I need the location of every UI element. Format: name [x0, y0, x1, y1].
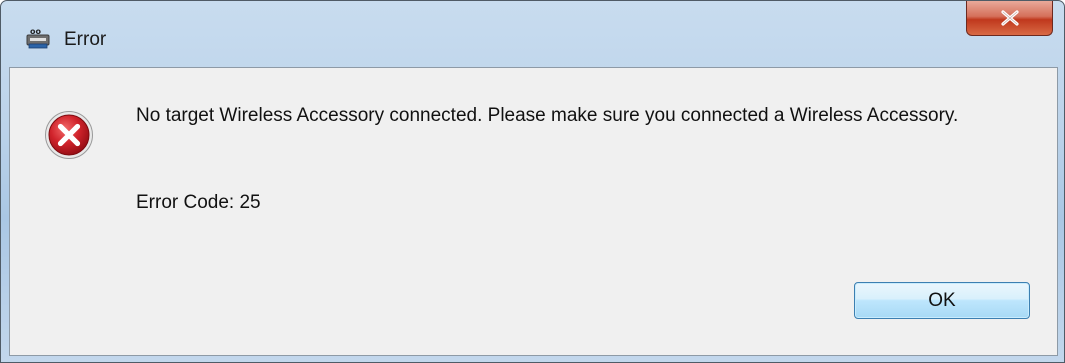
error-message: No target Wireless Accessory connected. … — [136, 105, 959, 126]
close-button[interactable] — [966, 1, 1053, 36]
dialog-body: No target Wireless Accessory connected. … — [9, 67, 1058, 356]
error-code-text: Error Code: 25 — [136, 192, 261, 213]
ok-button[interactable]: OK — [854, 282, 1030, 319]
window-title: Error — [64, 29, 107, 50]
close-icon — [1001, 10, 1019, 26]
error-dialog-window: oo Error No target Wireless Accessory co… — [0, 0, 1065, 363]
svg-text:oo: oo — [30, 27, 41, 36]
printer-icon: oo — [26, 27, 50, 49]
error-icon — [45, 111, 93, 159]
title-bar[interactable]: oo Error — [1, 1, 1064, 67]
